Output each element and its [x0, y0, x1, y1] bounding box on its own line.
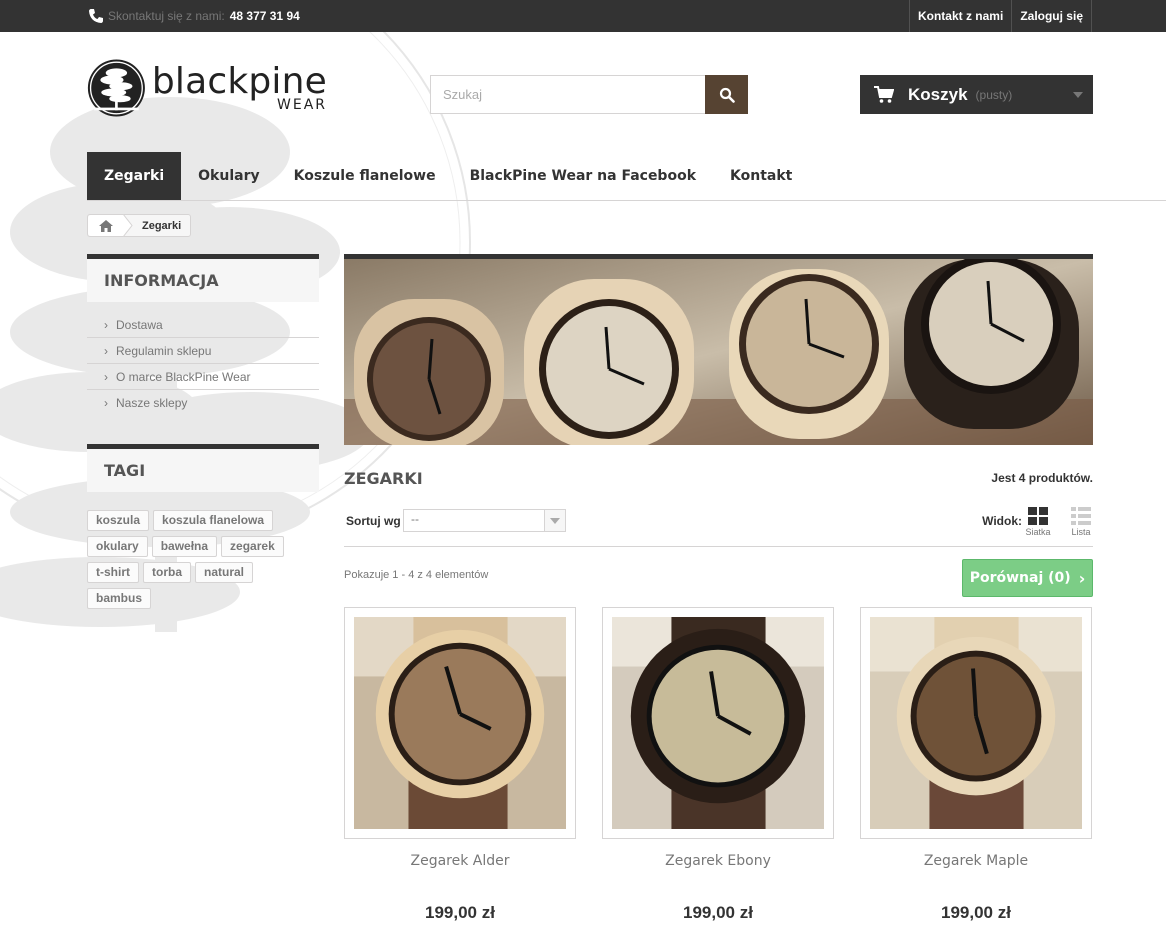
- tag-item[interactable]: okulary: [87, 536, 148, 557]
- information-list: › Dostawa › Regulamin sklepu › O marce Blac…: [87, 302, 319, 416]
- info-item-dostawa[interactable]: › Dostawa: [87, 312, 319, 338]
- menu-divider: [87, 200, 1166, 201]
- breadcrumb: Zegarki: [87, 214, 192, 237]
- showing-count: Pokazuje 1 - 4 z 4 elementów: [344, 569, 489, 581]
- sort-selected-value: --: [411, 512, 419, 526]
- tags-title: TAGI: [87, 444, 319, 492]
- top-links: Kontakt z nami Zaloguj się: [908, 0, 1092, 32]
- chevron-down-icon: [1073, 92, 1083, 98]
- info-item-sklepy[interactable]: › Nasze sklepy: [87, 390, 319, 416]
- pine-tree-logo-icon: [87, 59, 145, 117]
- info-item-label: Nasze sklepy: [116, 396, 188, 410]
- compare-label: Porównaj (0): [969, 570, 1071, 586]
- search-input[interactable]: [430, 75, 705, 114]
- menu-item-koszule-flanelowe[interactable]: Koszule flanelowe: [277, 152, 453, 200]
- view-grid-label: Siatka: [1025, 527, 1051, 537]
- grid-view-icon: [1028, 507, 1048, 525]
- tag-cloud: koszula koszula flanelowa okulary bawełn…: [87, 492, 319, 609]
- home-icon: [99, 219, 113, 232]
- view-label: Widok:: [982, 514, 1022, 528]
- product-image[interactable]: [602, 607, 834, 839]
- site-logo[interactable]: blackpine WEAR: [87, 55, 327, 121]
- sort-bar: Sortuj wg -- Widok: Siatka Lista: [344, 505, 1093, 547]
- category-banner-image: [344, 254, 1093, 445]
- tag-item[interactable]: bawełna: [151, 536, 218, 557]
- chevron-right-icon: ›: [104, 317, 108, 332]
- chevron-right-icon: ›: [104, 369, 108, 384]
- product-price: 199,00 zł: [425, 903, 495, 922]
- cart-label: Koszyk: [908, 84, 968, 104]
- product-price: 199,00 zł: [683, 903, 753, 922]
- phone-icon: [89, 9, 103, 23]
- sort-select[interactable]: --: [403, 509, 566, 532]
- info-item-label: O marce BlackPine Wear: [116, 369, 251, 384]
- tag-item[interactable]: bambus: [87, 588, 152, 609]
- product-name[interactable]: Zegarek Maple: [860, 853, 1092, 869]
- product-name[interactable]: Zegarek Alder: [344, 853, 576, 869]
- search-form: [430, 75, 748, 114]
- product-image[interactable]: [860, 607, 1092, 839]
- category-name: ZEGARKI: [344, 468, 423, 488]
- tag-item[interactable]: torba: [143, 562, 191, 583]
- cart-button[interactable]: Koszyk (pusty): [860, 75, 1093, 114]
- menu-item-facebook[interactable]: BlackPine Wear na Facebook: [453, 152, 713, 200]
- breadcrumb-separator-icon: [123, 214, 133, 237]
- chevron-right-icon: ›: [104, 343, 108, 358]
- product-card[interactable]: Zegarek Ebony 199,00 zł: [602, 607, 834, 923]
- shopping-cart-icon: [874, 85, 894, 103]
- chevron-right-icon: ›: [104, 396, 108, 410]
- tag-item[interactable]: zegarek: [221, 536, 284, 557]
- product-price: 199,00 zł: [941, 903, 1011, 922]
- login-link[interactable]: Zaloguj się: [1011, 0, 1092, 32]
- product-card[interactable]: Zegarek Alder 199,00 zł: [344, 607, 576, 923]
- product-card[interactable]: Zegarek Maple 199,00 zł: [860, 607, 1092, 923]
- tag-item[interactable]: koszula: [87, 510, 150, 531]
- info-item-label: Regulamin sklepu: [116, 343, 212, 358]
- info-item-label: Dostawa: [116, 317, 163, 332]
- product-count: Jest 4 produktów.: [991, 471, 1093, 485]
- contact-us-link[interactable]: Kontakt z nami: [908, 0, 1011, 32]
- main-menu: Zegarki Okulary Koszule flanelowe BlackP…: [87, 152, 809, 200]
- product-image[interactable]: [344, 607, 576, 839]
- product-name[interactable]: Zegarek Ebony: [602, 853, 834, 869]
- information-title: INFORMACJA: [87, 254, 319, 302]
- list-view-icon: [1071, 507, 1091, 525]
- search-icon: [719, 87, 735, 103]
- menu-item-zegarki[interactable]: Zegarki: [87, 152, 182, 200]
- search-button[interactable]: [705, 75, 748, 114]
- logo-wordmark: blackpine: [151, 61, 327, 102]
- chevron-right-icon: ›: [1078, 568, 1086, 588]
- view-list-label: Lista: [1071, 527, 1091, 537]
- compare-button[interactable]: Porównaj (0) ›: [962, 559, 1093, 597]
- cart-status: (pusty): [975, 87, 1013, 102]
- menu-item-okulary[interactable]: Okulary: [181, 152, 276, 200]
- contact-label: Skontaktuj się z nami:: [108, 9, 225, 23]
- tags-block: TAGI koszula koszula flanelowa okulary b…: [87, 444, 319, 609]
- breadcrumb-home[interactable]: [88, 214, 133, 237]
- menu-item-kontakt[interactable]: Kontakt: [713, 152, 809, 200]
- tag-item[interactable]: koszula flanelowa: [153, 510, 274, 531]
- tag-item[interactable]: t-shirt: [87, 562, 139, 583]
- info-item-o-marce[interactable]: › O marce BlackPine Wear: [87, 364, 319, 390]
- breadcrumb-current: Zegarki: [142, 219, 182, 232]
- view-grid-button[interactable]: Siatka: [1023, 507, 1053, 537]
- contact-info: Skontaktuj się z nami: 48 377 31 94: [88, 0, 300, 32]
- sort-label: Sortuj wg: [346, 514, 401, 528]
- category-heading: ZEGARKI Jest 4 produktów.: [344, 466, 1093, 490]
- tag-item[interactable]: natural: [195, 562, 254, 583]
- info-item-regulamin[interactable]: › Regulamin sklepu: [87, 338, 319, 364]
- top-bar: Skontaktuj się z nami: 48 377 31 94 Kont…: [0, 0, 1166, 32]
- chevron-down-icon: [544, 510, 565, 531]
- phone-number: 48 377 31 94: [229, 9, 300, 23]
- information-block: INFORMACJA › Dostawa › Regulamin sklepu › O…: [87, 254, 319, 416]
- view-list-button[interactable]: Lista: [1066, 507, 1096, 537]
